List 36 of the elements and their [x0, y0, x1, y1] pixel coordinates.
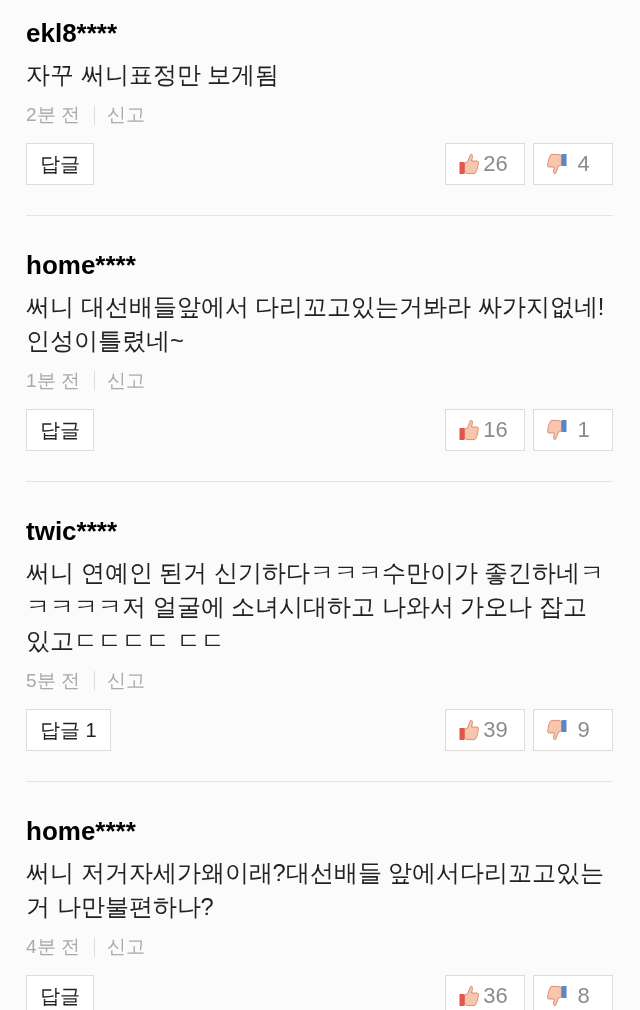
reply-button[interactable]: 답글: [26, 975, 94, 1010]
username: twic****: [26, 516, 119, 546]
thumbs-down-icon: [547, 153, 567, 175]
comment-text: 써니 연예인 된거 신기하다ㅋㅋㅋ수만이가 좋긴하네ㅋㅋㅋㅋㅋ저 얼굴에 소녀시대하고 나와서 가오나 잡고 있고ㄷㄷㄷㄷ ㄷㄷ: [26, 559, 606, 656]
comment-text: 자꾸 써니표정만 보게됨: [26, 61, 281, 90]
timestamp: 4분 전: [26, 935, 80, 959]
thumbs-up-icon: [459, 719, 479, 741]
reply-button[interactable]: 답글: [26, 409, 94, 451]
comment-text: 써니 저거자세가왜이래?대선배들 앞에서다리꼬고있는거 나만불편하나?: [26, 859, 606, 922]
comment-text: 써니 대선배들앞에서 다리꼬고있는거봐라 싸가지없네! 인성이틀렸네~: [26, 293, 606, 356]
dislike-button[interactable]: 8: [533, 975, 613, 1010]
thumbs-up-icon: [459, 419, 479, 441]
timestamp: 1분 전: [26, 369, 80, 393]
thumbs-down-icon: [547, 719, 567, 741]
thumbs-up-icon: [459, 153, 479, 175]
username: home****: [26, 816, 137, 846]
timestamp: 5분 전: [26, 669, 80, 693]
username: ekl8****: [26, 18, 119, 48]
reply-button[interactable]: 답글: [26, 143, 94, 185]
timestamp: 2분 전: [26, 103, 80, 127]
thumbs-down-icon: [547, 419, 567, 441]
report-link[interactable]: 신고: [106, 934, 145, 960]
report-link[interactable]: 신고: [106, 668, 145, 694]
reply-button[interactable]: 답글 1: [26, 709, 111, 751]
thumbs-down-icon: [547, 985, 567, 1007]
like-button[interactable]: 16: [445, 409, 525, 451]
dislike-button[interactable]: 1: [533, 409, 613, 451]
like-button[interactable]: 26: [445, 143, 525, 185]
dislike-button[interactable]: 9: [533, 709, 613, 751]
thumbs-up-icon: [459, 985, 479, 1007]
dislike-button[interactable]: 4: [533, 143, 613, 185]
like-button[interactable]: 36: [445, 975, 525, 1010]
username: home****: [26, 250, 137, 280]
like-button[interactable]: 39: [445, 709, 525, 751]
report-link[interactable]: 신고: [106, 102, 145, 128]
report-link[interactable]: 신고: [106, 368, 145, 394]
